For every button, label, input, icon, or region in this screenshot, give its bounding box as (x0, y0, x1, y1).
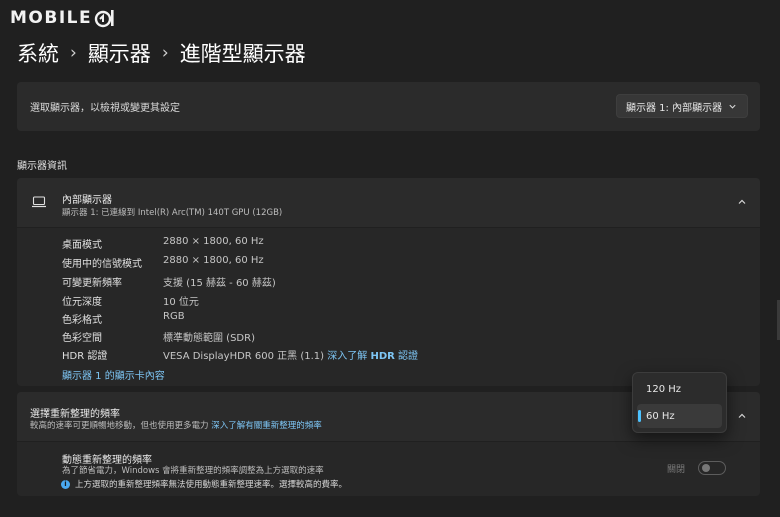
mobile01-logo: MOBILE (10, 6, 116, 30)
dynamic-refresh-note-text: 上方選取的重新整理頻率無法使用動態重新整理速率。選擇較高的費率。 (75, 480, 348, 490)
chevron-up-icon[interactable] (737, 411, 747, 421)
display-dropdown[interactable]: 顯示器 1: 內部顯示器 (616, 94, 748, 118)
info-row-key: HDR 認證 (62, 351, 108, 362)
info-icon: i (61, 479, 70, 489)
chevron-up-icon[interactable] (737, 197, 747, 207)
link-text: 認證 (398, 351, 419, 362)
learn-more-hdr-link[interactable]: 深入了解 HDR 認證 (327, 351, 418, 362)
refresh-option-60-selected[interactable]: 60 Hz (637, 404, 722, 428)
info-row-value: 10 位元 (163, 297, 199, 308)
dynamic-refresh-description: 為了節省電力，Windows 會將重新整理的頻率調整為上方選取的速率 (62, 466, 324, 476)
toggle-state-label: 關閉 (667, 465, 686, 475)
refresh-rate-desc-text: 較高的速率可更順暢地移動，但也使用更多電力 (30, 421, 209, 431)
select-display-label: 選取顯示器，以檢視或變更其設定 (30, 103, 180, 114)
info-row-value: RGB (163, 311, 185, 322)
info-row-value: 標準動態範圍 (SDR) (163, 333, 255, 344)
info-row-key: 桌面模式 (62, 240, 102, 251)
link-text: 深入了解 (327, 351, 368, 362)
section-title-display-info: 顯示器資訊 (17, 161, 67, 172)
info-row-value: VESA DisplayHDR 600 正黑 (1.1) 深入了解 HDR 認證 (163, 347, 418, 362)
info-row-value: 支援 (15 赫茲 - 60 赫茲) (163, 278, 276, 289)
info-row-value: 2880 × 1800, 60 Hz (163, 255, 264, 266)
breadcrumb-separator: › (70, 43, 77, 63)
info-row-key: 色彩空間 (62, 333, 102, 344)
refresh-rate-dropdown-menu: 120 Hz 60 Hz (632, 372, 727, 433)
breadcrumb-system[interactable]: 系統 (17, 38, 59, 68)
display-info-details: 桌面模式 2880 × 1800, 60 Hz 使用中的信號模式 2880 × … (17, 228, 760, 386)
link-text-bold: HDR (370, 351, 395, 362)
display-subtitle: 顯示器 1: 已連線到 Intel(R) Arc(TM) 140T GPU (1… (62, 208, 283, 218)
info-row-key: 位元深度 (62, 297, 102, 308)
hdr-cert-value: VESA DisplayHDR 600 正黑 (1.1) (163, 351, 325, 362)
display-name: 內部顯示器 (62, 195, 112, 206)
display-dropdown-value: 顯示器 1: 內部顯示器 (626, 102, 723, 114)
select-display-card: 選取顯示器，以檢視或變更其設定 顯示器 1: 內部顯示器 (17, 82, 760, 131)
refresh-option-120[interactable]: 120 Hz (637, 377, 722, 401)
dynamic-refresh-note: i 上方選取的重新整理頻率無法使用動態重新整理速率。選擇較高的費率。 (61, 478, 347, 490)
adapter-properties-link[interactable]: 顯示器 1 的顯示卡內容 (62, 367, 165, 382)
breadcrumb: 系統 › 顯示器 › 進階型顯示器 (17, 38, 306, 68)
chevron-down-icon (729, 104, 736, 109)
dynamic-refresh-card: 動態重新整理的頻率 為了節省電力，Windows 會將重新整理的頻率調整為上方選… (17, 442, 760, 496)
info-row-key: 色彩格式 (62, 315, 102, 326)
info-row-key: 使用中的信號模式 (62, 259, 142, 270)
info-row-value: 2880 × 1800, 60 Hz (163, 236, 264, 247)
display-info-header[interactable]: 內部顯示器 顯示器 1: 已連線到 Intel(R) Arc(TM) 140T … (17, 178, 760, 227)
learn-more-refresh-link[interactable]: 深入了解有關重新整理的頻率 (211, 421, 322, 431)
logo-mark-icon (94, 10, 114, 28)
breadcrumb-display[interactable]: 顯示器 (88, 38, 151, 68)
refresh-rate-title: 選擇重新整理的頻率 (30, 409, 120, 420)
page-title: 進階型顯示器 (179, 42, 306, 66)
toggle-knob (702, 464, 710, 472)
laptop-icon (32, 196, 46, 208)
dynamic-refresh-toggle[interactable] (698, 461, 726, 475)
refresh-rate-description: 較高的速率可更順暢地移動，但也使用更多電力 深入了解有關重新整理的頻率 (30, 419, 322, 431)
logo-text: MOBILE (10, 8, 93, 28)
breadcrumb-separator: › (161, 43, 169, 63)
info-row-key: 可變更新頻率 (62, 278, 122, 289)
